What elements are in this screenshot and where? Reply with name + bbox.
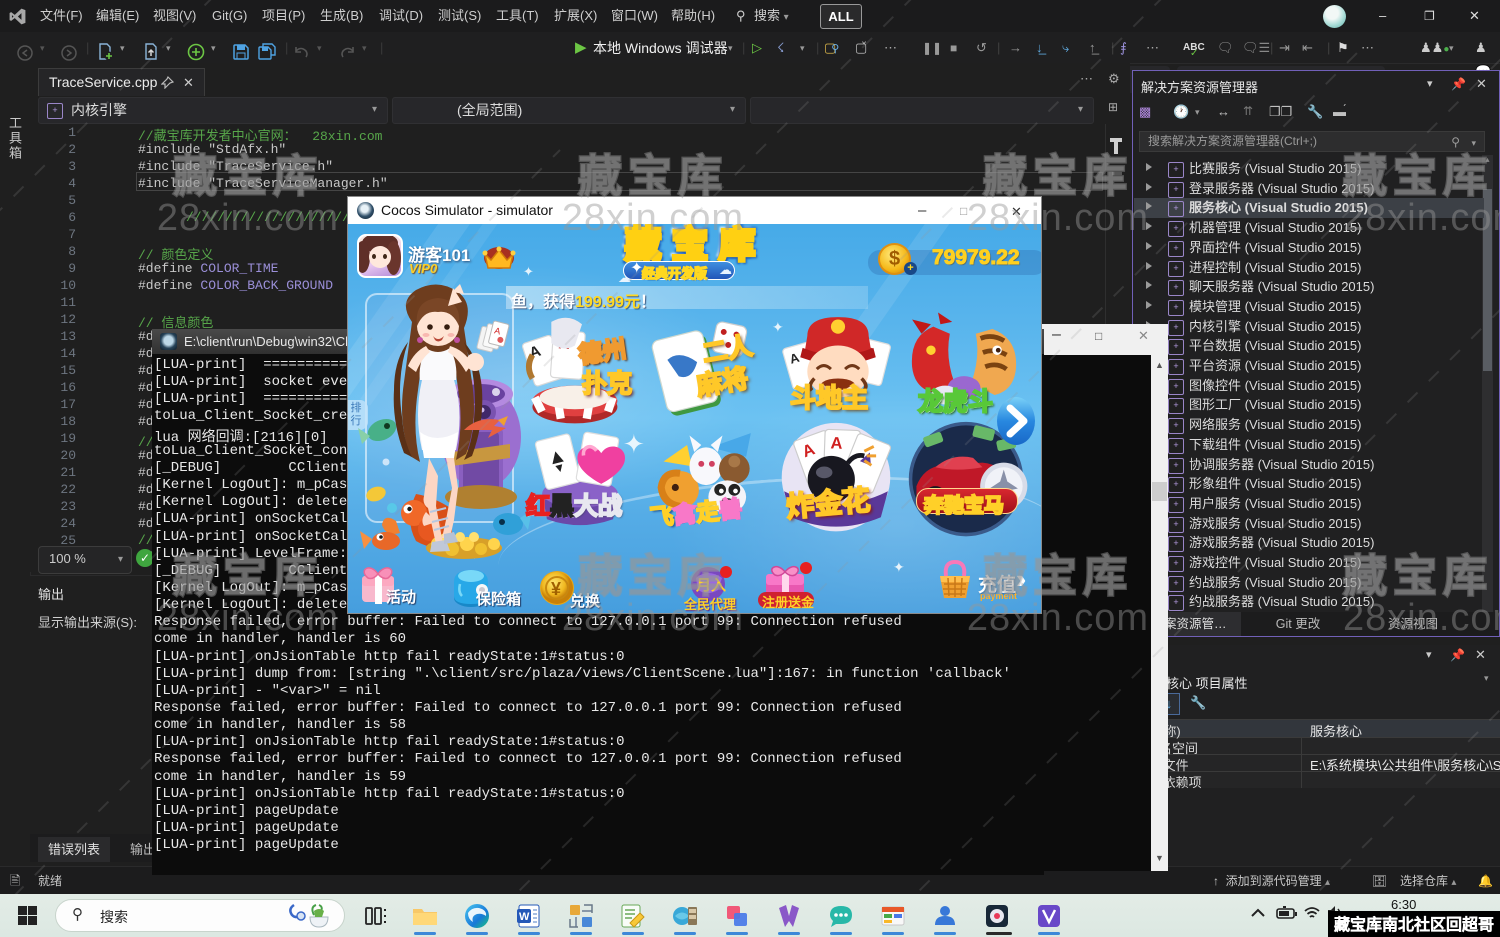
svg-text:A: A: [830, 434, 843, 452]
svg-text:月入: 月入: [695, 577, 726, 594]
svg-text:W: W: [519, 911, 530, 923]
svg-text:¥: ¥: [551, 579, 561, 599]
